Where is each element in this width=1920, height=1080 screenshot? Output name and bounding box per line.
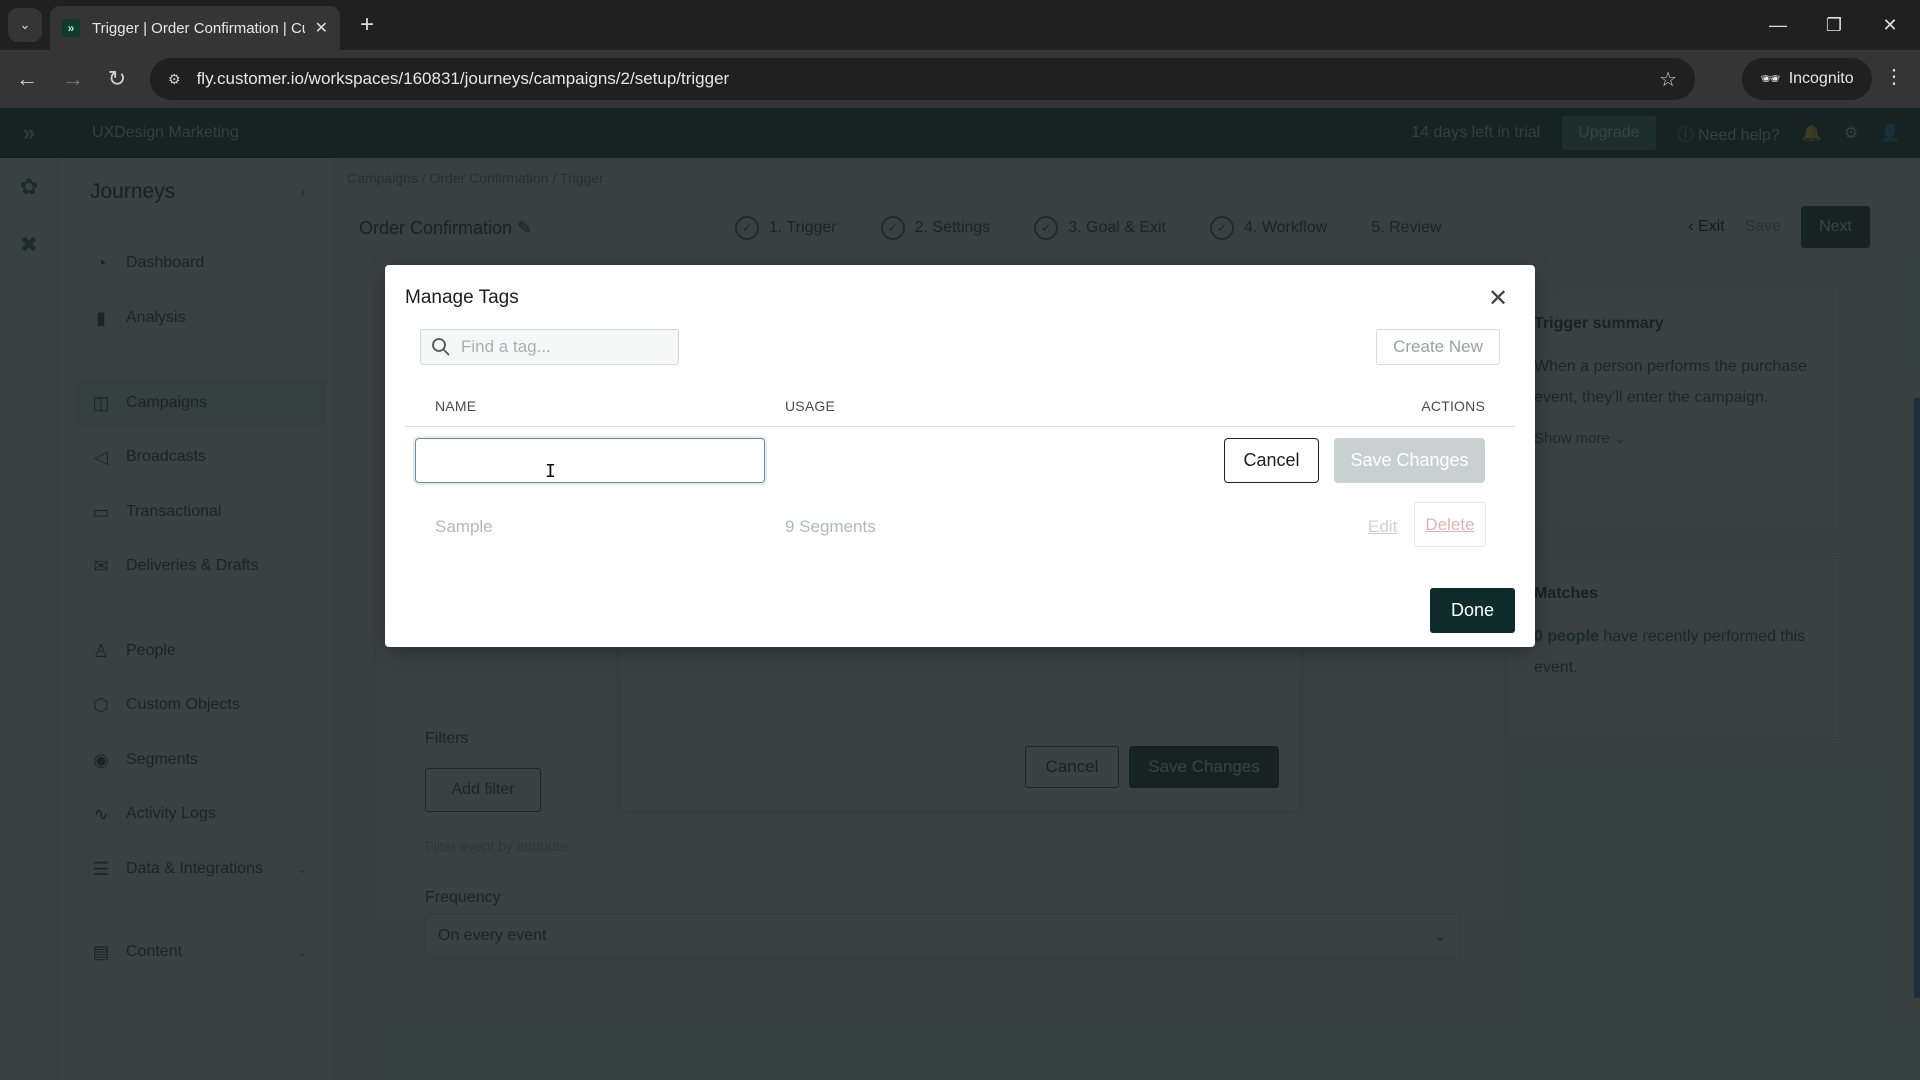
close-window-button[interactable]: ✕: [1862, 0, 1918, 50]
reload-icon: ↻: [107, 66, 127, 91]
column-header-name: NAME: [435, 398, 477, 414]
column-header-actions: ACTIONS: [1421, 398, 1485, 414]
incognito-indicator[interactable]: 🕶 Incognito: [1742, 58, 1872, 100]
bookmark-star-icon[interactable]: ☆: [1659, 67, 1677, 92]
tab-search-button[interactable]: ⌄: [8, 8, 42, 42]
minimize-icon: —: [1769, 14, 1787, 35]
browser-toolbar: ← → ↻ ⚙ fly.customer.io/workspaces/16083…: [0, 50, 1920, 108]
tag-usage: 9 Segments: [785, 517, 876, 536]
arrow-left-icon: ←: [16, 66, 38, 91]
save-new-tag-button[interactable]: Save Changes: [1334, 438, 1485, 483]
header-divider: [405, 426, 1515, 427]
browser-menu-icon[interactable]: ⋮: [1884, 64, 1904, 89]
create-new-button[interactable]: Create New: [1376, 329, 1500, 365]
browser-tabstrip: ⌄ » Trigger | Order Confirmation | Custo…: [0, 0, 1920, 50]
edit-tag-link[interactable]: Edit: [1368, 517, 1397, 537]
plus-icon: +: [359, 11, 374, 38]
tag-name: Sample: [435, 517, 493, 536]
close-modal-button[interactable]: ✕: [1483, 283, 1513, 313]
customerio-favicon-icon: »: [62, 19, 80, 37]
browser-tab[interactable]: » Trigger | Order Confirmation | Custome…: [50, 6, 340, 50]
incognito-icon: 🕶: [1760, 71, 1781, 88]
chevron-down-icon: ⌄: [19, 17, 31, 32]
restore-icon: ❐: [1825, 14, 1843, 35]
delete-tag-button[interactable]: Delete: [1414, 502, 1486, 547]
text-cursor-icon: I: [545, 461, 556, 482]
done-button[interactable]: Done: [1430, 588, 1515, 633]
modal-title: Manage Tags: [405, 287, 519, 308]
url-text[interactable]: fly.customer.io/workspaces/160831/journe…: [197, 69, 1660, 89]
close-tab-icon[interactable]: ✕: [315, 18, 328, 38]
minimize-button[interactable]: —: [1750, 0, 1806, 50]
manage-tags-modal: Manage Tags ✕ Create New NAME USAGE ACTI…: [385, 265, 1535, 647]
tag-search[interactable]: [420, 329, 679, 365]
arrow-right-icon: →: [62, 66, 84, 91]
close-icon: ✕: [1487, 284, 1509, 312]
reload-button[interactable]: ↻: [102, 64, 132, 94]
tag-search-input[interactable]: [461, 337, 661, 357]
close-icon: ✕: [1882, 14, 1898, 35]
forward-button[interactable]: →: [58, 64, 88, 94]
cancel-new-tag-button[interactable]: Cancel: [1224, 438, 1319, 483]
incognito-label: Incognito: [1788, 70, 1854, 87]
tab-title: Trigger | Order Confirmation | Customer.…: [92, 19, 305, 37]
site-settings-icon[interactable]: ⚙: [168, 71, 181, 88]
new-tab-button[interactable]: +: [352, 10, 382, 40]
new-tag-name-input[interactable]: [415, 438, 765, 483]
restore-button[interactable]: ❐: [1806, 0, 1862, 50]
address-bar[interactable]: ⚙ fly.customer.io/workspaces/160831/jour…: [150, 58, 1695, 100]
back-button[interactable]: ←: [12, 64, 42, 94]
search-icon: [432, 338, 450, 356]
column-header-usage: USAGE: [785, 398, 836, 414]
